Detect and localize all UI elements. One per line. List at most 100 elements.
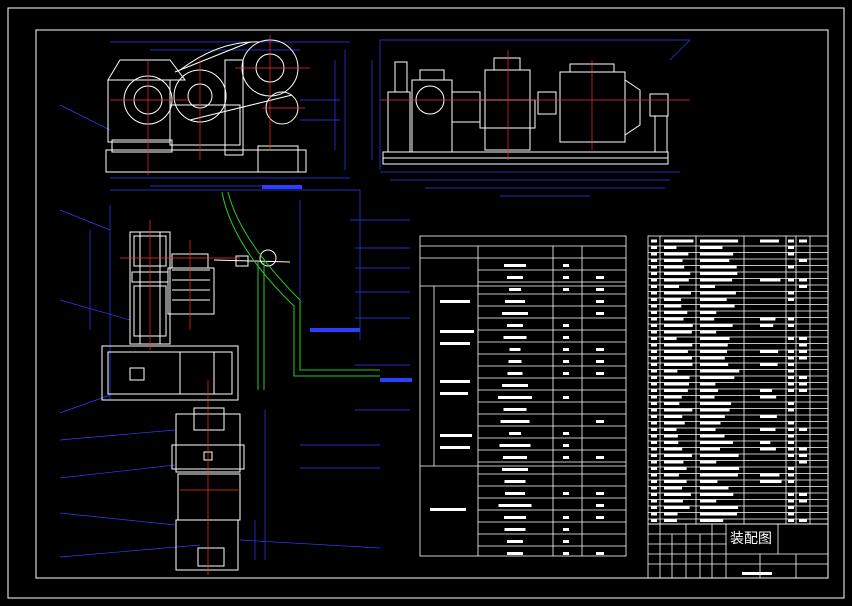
table-cell-text [440,342,470,345]
highlight-bar [380,378,412,382]
table-cell-text [788,278,794,282]
table-cell-text [664,337,677,340]
table-cell-text [700,259,730,262]
table-cell-text [651,376,657,379]
table-cell-text [502,384,528,387]
table-cell-text [651,369,657,373]
table-cell-text [596,348,604,351]
table-cell-text [563,276,569,279]
table-cell-text [507,372,523,375]
table-cell-text [664,252,689,256]
table-cell-text [700,480,718,483]
table-cell-text [509,348,521,351]
table-cell-text [651,441,657,444]
table-cell-text [760,389,773,392]
table-cell-text [664,467,687,470]
table-cell-text [664,239,694,243]
table-cell-text [651,395,657,399]
table-cell-text [788,441,794,444]
drawing-title: 装配图 [730,531,772,547]
table-cell-text [596,456,604,459]
table-cell-text [760,428,776,431]
table-cell-text [700,408,730,412]
table-cell-text [664,434,678,438]
table-cell-text [596,300,604,303]
table-cell-text [799,460,807,464]
table-cell-text [700,291,736,295]
table-cell-text [700,272,738,275]
table-cell-text [563,264,569,267]
table-cell-text [596,516,604,519]
table-cell-text [596,420,604,423]
table-cell-text [664,428,677,431]
table-cell-text [664,246,677,249]
table-cell-text [651,512,657,516]
table-cell-text [700,324,733,327]
table-cell-text [651,285,657,288]
table-cell-text [788,447,794,451]
table-cell-text [700,486,729,490]
table-cell-text [788,369,794,373]
table-cell-text [664,402,680,405]
table-cell-text [651,298,657,301]
table-cell-text [788,421,794,425]
table-cell-text [664,369,678,373]
table-cell-text [700,493,734,496]
table-cell-text [499,444,531,447]
table-cell-text [700,428,716,431]
table-cell-text [664,395,682,399]
table-cell-text [799,454,807,457]
table-cell-text [788,402,794,405]
table-cell-text [799,376,807,379]
table-cell-text [664,350,688,353]
table-cell-text [664,506,690,509]
table-cell-text [799,499,807,503]
table-cell-text [563,336,569,339]
table-cell-text [507,540,523,543]
table-cell-text [651,428,657,431]
table-cell-text [700,311,717,314]
table-cell-text [788,239,794,243]
table-cell-text [504,480,526,483]
table-cell-text [651,330,657,334]
table-cell-text [799,382,807,386]
table-cell-text [651,389,657,392]
table-cell-text [760,441,771,444]
table-cell-text [651,311,657,314]
table-cell-text [563,396,569,399]
table-cell-text [440,300,470,303]
table-cell-text [799,350,807,353]
table-cell-text [596,276,604,279]
table-cell-text [799,343,807,347]
table-cell-text [596,312,604,315]
table-cell-text [563,324,569,327]
table-cell-text [509,432,521,435]
table-cell-text [503,408,527,411]
table-cell-text [700,402,732,405]
table-cell-text [651,291,657,295]
table-cell-text [700,278,733,282]
table-cell-text [788,382,794,386]
table-cell-text [664,259,683,262]
table-cell-text [788,265,794,269]
table-cell-text [700,317,715,321]
table-cell-text [563,516,569,519]
table-cell-text [700,265,737,269]
table-cell-text [664,343,693,347]
table-cell-text [700,330,717,334]
table-cell-text [700,246,723,249]
table-cell-text [664,519,677,522]
table-cell-text [788,252,794,256]
table-cell-text [664,317,684,321]
table-cell-text [799,519,807,522]
table-cell-text [498,504,532,507]
table-cell-text [563,444,569,447]
table-cell-text [700,252,734,256]
table-cell-text [664,512,678,516]
table-cell-text [700,285,715,288]
table-cell-text [563,552,569,555]
table-cell-text [788,350,794,353]
table-cell-text [788,512,794,516]
table-cell-text [664,304,682,308]
table-cell-text [651,415,657,418]
